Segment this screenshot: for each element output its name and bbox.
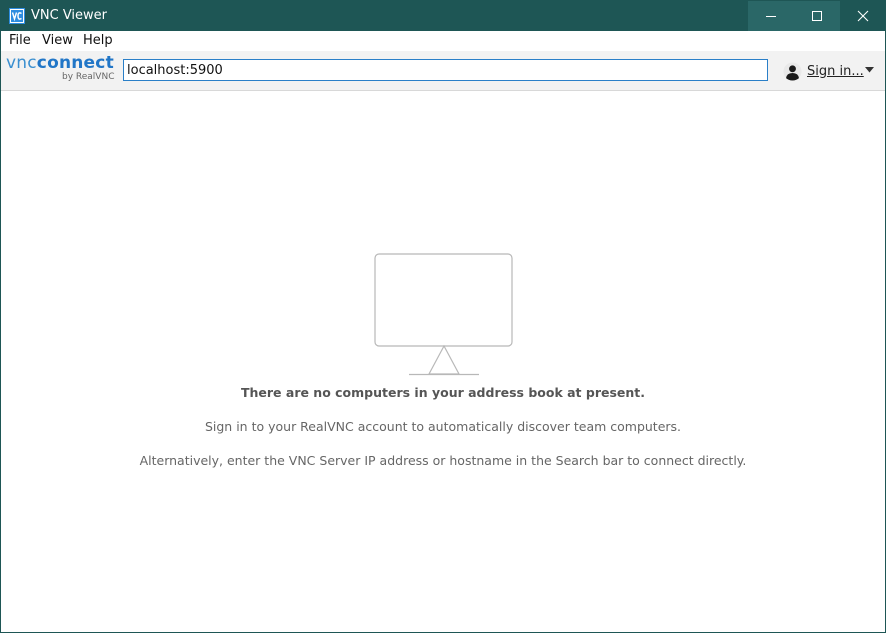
title-bar[interactable]: VNC Viewer [1,1,885,31]
menu-file[interactable]: File [8,33,32,48]
search-input[interactable] [123,59,768,81]
empty-state-title: There are no computers in your address b… [240,385,646,400]
menu-view[interactable]: View [41,33,74,48]
monitor-icon [374,253,513,376]
address-book-area: There are no computers in your address b… [1,91,885,632]
close-button[interactable] [840,1,885,31]
minimize-icon [766,16,776,17]
vnc-viewer-window: VNC Viewer File View Help vncconnect by [0,0,886,633]
logo-byline: by RealVNC [62,72,115,82]
sign-in-button[interactable]: Sign in... [783,60,879,82]
menu-help[interactable]: Help [82,33,114,48]
user-avatar-icon [783,61,802,81]
empty-state-signin-hint: Sign in to your RealVNC account to autom… [204,419,682,434]
maximize-icon [812,11,822,21]
toolbar: vncconnect by RealVNC Sign in... [1,51,885,91]
menu-bar: File View Help [1,31,885,51]
minimize-button[interactable] [748,1,794,31]
vnc-connect-logo: vncconnect [6,53,114,73]
vnc-viewer-app-icon [9,8,25,24]
chevron-down-icon[interactable] [865,67,874,73]
logo-brand-connect: connect [36,53,114,73]
close-icon [857,10,869,22]
logo-brand-vnc: vnc [6,53,37,73]
empty-state-search-hint: Alternatively, enter the VNC Server IP a… [139,453,747,468]
window-title: VNC Viewer [31,8,108,23]
maximize-button[interactable] [794,1,840,31]
sign-in-label: Sign in... [807,63,864,79]
